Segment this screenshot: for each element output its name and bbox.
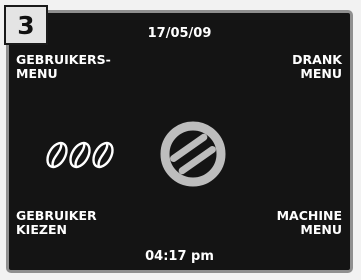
user-menu-label-line2: MENU: [16, 66, 58, 81]
drink-menu-label-line2: MENU: [300, 66, 342, 81]
coffee-beans-icon: [46, 141, 114, 169]
brand-logo-icon: [160, 121, 226, 187]
time-display: 04:17 pm: [145, 249, 214, 264]
drink-menu-label-line1: DRANK: [292, 52, 342, 67]
user-menu-button[interactable]: GEBRUIKERS- MENU: [16, 53, 111, 81]
machine-menu-label-line2: MENU: [300, 222, 342, 237]
select-user-label-line1: GEBRUIKER: [16, 208, 97, 223]
step-number-badge: 3: [4, 5, 48, 45]
date-display: 17/05/09: [147, 26, 212, 41]
display-screen: 17/05/09 GEBRUIKERS- MENU DRANK MENU GEB…: [6, 10, 353, 273]
machine-menu-button[interactable]: MACHINE MENU: [277, 209, 342, 237]
select-user-label-line2: KIEZEN: [16, 222, 67, 237]
drink-menu-button[interactable]: DRANK MENU: [292, 53, 342, 81]
user-menu-label-line1: GEBRUIKERS-: [16, 52, 111, 67]
machine-menu-label-line1: MACHINE: [276, 208, 342, 223]
select-user-button[interactable]: GEBRUIKER KIEZEN: [16, 209, 97, 237]
